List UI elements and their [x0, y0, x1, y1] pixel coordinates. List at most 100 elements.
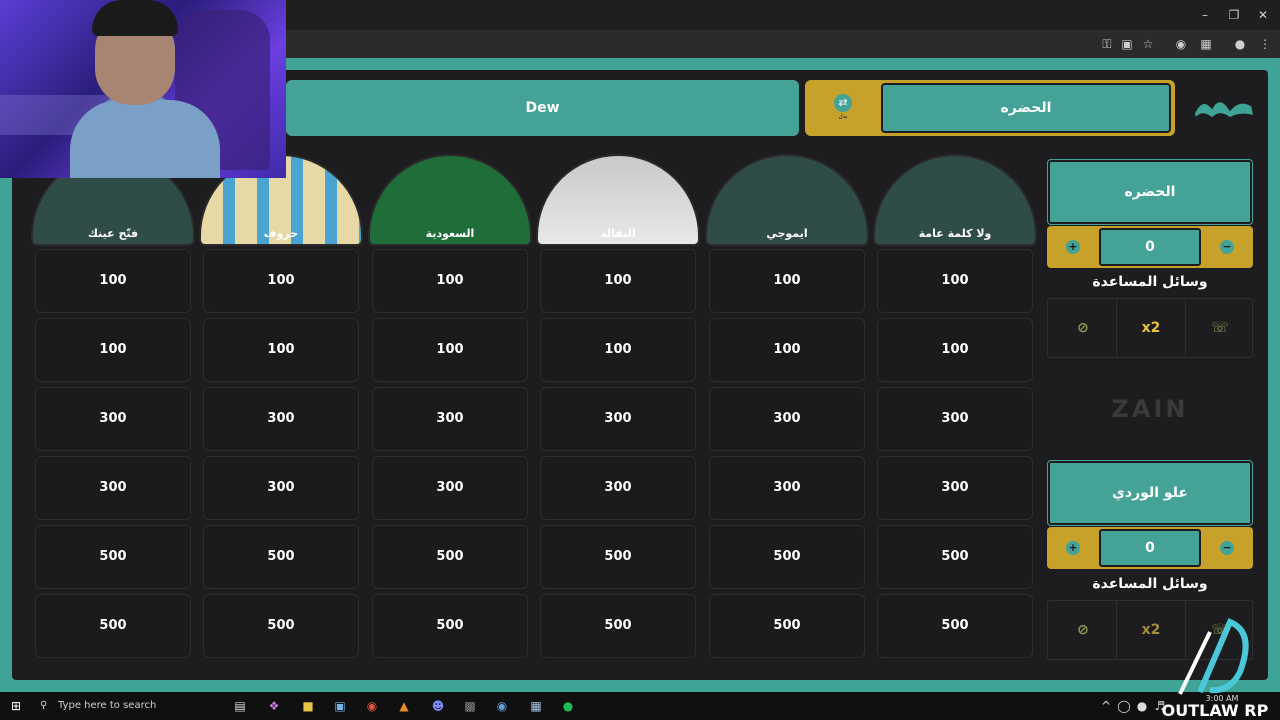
- question-cell-saudi-2[interactable]: 100: [372, 318, 528, 382]
- question-cell-trivia-2[interactable]: 100: [877, 318, 1033, 382]
- extensions-icon[interactable]: ▦: [1197, 35, 1215, 53]
- question-cell-grocery-4[interactable]: 300: [540, 456, 696, 520]
- question-cell-letters-3[interactable]: 300: [203, 387, 359, 451]
- question-cell-trivia-1[interactable]: 100: [877, 249, 1033, 313]
- team1-name: الحضره: [1048, 160, 1252, 224]
- team2-score: 0: [1099, 529, 1201, 567]
- question-cell-trivia-4[interactable]: 300: [877, 456, 1033, 520]
- question-cell-letters-5[interactable]: 500: [203, 525, 359, 589]
- spotify-icon[interactable]: ●: [558, 696, 578, 716]
- question-cell-emoji-6[interactable]: 500: [709, 594, 865, 658]
- profile-icon[interactable]: ●: [1231, 35, 1249, 53]
- question-cell-emoji-4[interactable]: 300: [709, 456, 865, 520]
- question-cell-saudi-3[interactable]: 300: [372, 387, 528, 451]
- question-cell-saudi-1[interactable]: 100: [372, 249, 528, 313]
- minimize-icon[interactable]: –: [1192, 4, 1218, 26]
- team2-decrease-button[interactable]: −: [1220, 541, 1234, 555]
- watermark-logo-icon: [1178, 618, 1249, 695]
- question-cell-letters-4[interactable]: 300: [203, 456, 359, 520]
- question-cell-emoji-5[interactable]: 500: [709, 525, 865, 589]
- outlaw-rp-watermark: OUTLAW RP: [1160, 612, 1270, 720]
- no-answer-aid-icon[interactable]: ⊘: [1068, 615, 1098, 645]
- steam-icon[interactable]: ◉: [492, 696, 512, 716]
- chrome-icon[interactable]: ◉: [362, 696, 382, 716]
- category-label: ايموجي: [766, 227, 808, 240]
- swap-icon: ⇄: [834, 94, 852, 112]
- webcam-overlay: [0, 0, 286, 178]
- discord-icon[interactable]: ☻: [428, 696, 448, 716]
- question-cell-emoji-3[interactable]: 300: [709, 387, 865, 451]
- windows-taskbar: ⊞ ⚲ Type here to search ▤ ❖ ■ ▣ ◉ ▲ ☻ ▩ …: [0, 692, 1280, 720]
- file-explorer-icon[interactable]: ■: [298, 696, 318, 716]
- close-icon[interactable]: ✕: [1250, 4, 1276, 26]
- menu-icon[interactable]: ⋮: [1256, 35, 1274, 53]
- category-label: ولا كلمة عامة: [918, 227, 992, 240]
- task-view-icon[interactable]: ▤: [230, 696, 250, 716]
- team1-decrease-button[interactable]: −: [1220, 240, 1234, 254]
- cast-icon[interactable]: ▣: [1118, 35, 1136, 53]
- streamer-hair: [92, 0, 178, 36]
- network-icon[interactable]: ◯: [1114, 696, 1134, 716]
- team1-score-bar: + 0 −: [1047, 226, 1253, 268]
- question-cell-eye-3[interactable]: 300: [35, 387, 191, 451]
- terminal-icon[interactable]: ▩: [460, 696, 480, 716]
- category-label: السعودية: [425, 227, 475, 240]
- question-cell-letters-6[interactable]: 500: [203, 594, 359, 658]
- aid-divider: [1116, 601, 1117, 659]
- team2-score-bar: + 0 −: [1047, 527, 1253, 569]
- active-team-indicator: ⇄ بدل الحضره: [805, 80, 1175, 136]
- team-button-dew[interactable]: Dew: [286, 80, 799, 136]
- question-cell-emoji-2[interactable]: 100: [709, 318, 865, 382]
- team1-increase-button[interactable]: +: [1066, 240, 1080, 254]
- restore-icon[interactable]: ❐: [1221, 4, 1247, 26]
- category-label: حروف: [263, 227, 299, 240]
- category-label: فتّح عينك: [87, 227, 139, 240]
- double-points-aid-icon[interactable]: x2: [1136, 313, 1166, 343]
- question-cell-letters-2[interactable]: 100: [203, 318, 359, 382]
- question-cell-saudi-5[interactable]: 500: [372, 525, 528, 589]
- taskbar-search[interactable]: ⚲ Type here to search: [32, 692, 172, 720]
- star-icon[interactable]: ☆: [1139, 35, 1157, 53]
- app-icon[interactable]: ▲: [394, 696, 414, 716]
- team2-aids-title: وسائل المساعدة: [1092, 576, 1208, 592]
- question-cell-trivia-5[interactable]: 500: [877, 525, 1033, 589]
- screen: { "app": { "team_top_left": "Dew", "team…: [0, 0, 1280, 720]
- question-cell-letters-1[interactable]: 100: [203, 249, 359, 313]
- gamepad-icon[interactable]: ◉: [1172, 35, 1190, 53]
- question-cell-grocery-3[interactable]: 300: [540, 387, 696, 451]
- question-cell-grocery-2[interactable]: 100: [540, 318, 696, 382]
- question-cell-eye-1[interactable]: 100: [35, 249, 191, 313]
- search-placeholder: Type here to search: [58, 700, 157, 711]
- streamer-shirt: [70, 100, 220, 178]
- team-button-hadra[interactable]: الحضره: [881, 83, 1171, 133]
- watermark-text: OUTLAW RP: [1161, 701, 1269, 720]
- copilot-icon[interactable]: ❖: [264, 696, 284, 716]
- question-cell-trivia-6[interactable]: 500: [877, 594, 1033, 658]
- mic-icon[interactable]: ●: [1132, 696, 1152, 716]
- tray-chevron-icon[interactable]: ^: [1096, 696, 1116, 716]
- swap-turn-button[interactable]: ⇄ بدل: [829, 94, 857, 122]
- question-cell-eye-5[interactable]: 500: [35, 525, 191, 589]
- game-logo: [1193, 100, 1255, 120]
- store-icon[interactable]: ▣: [330, 696, 350, 716]
- team2-increase-button[interactable]: +: [1066, 541, 1080, 555]
- no-answer-aid-icon[interactable]: ⊘: [1068, 313, 1098, 343]
- question-cell-emoji-1[interactable]: 100: [709, 249, 865, 313]
- question-cell-trivia-3[interactable]: 300: [877, 387, 1033, 451]
- question-cell-grocery-1[interactable]: 100: [540, 249, 696, 313]
- notes-icon[interactable]: ▦: [526, 696, 546, 716]
- team1-aids: ⊘ x2 ☏: [1047, 298, 1253, 358]
- category-label: البقالة: [600, 227, 636, 240]
- question-cell-saudi-4[interactable]: 300: [372, 456, 528, 520]
- question-cell-eye-2[interactable]: 100: [35, 318, 191, 382]
- key-icon[interactable]: ⚿: [1098, 35, 1116, 53]
- question-cell-saudi-6[interactable]: 500: [372, 594, 528, 658]
- question-cell-eye-4[interactable]: 300: [35, 456, 191, 520]
- windows-start-icon[interactable]: ⊞: [6, 696, 26, 716]
- question-cell-eye-6[interactable]: 500: [35, 594, 191, 658]
- question-cell-grocery-6[interactable]: 500: [540, 594, 696, 658]
- aid-divider: [1185, 299, 1186, 357]
- team2-name: علو الوردي: [1048, 461, 1252, 525]
- phone-aid-icon[interactable]: ☏: [1205, 313, 1235, 343]
- question-cell-grocery-5[interactable]: 500: [540, 525, 696, 589]
